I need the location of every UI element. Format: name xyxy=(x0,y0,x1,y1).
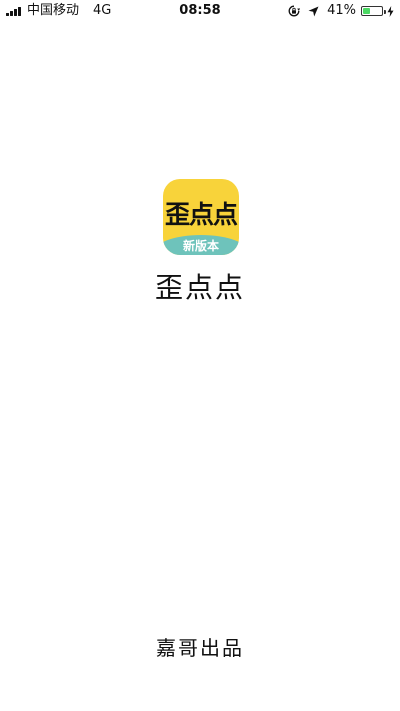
splash-screen: 中国移动 4G 08:58 41% 歪点点 新版本 歪点点 嘉哥出品 xyxy=(0,0,400,711)
rotation-lock-icon xyxy=(288,5,301,17)
charging-bolt-icon xyxy=(387,5,394,17)
status-right: 41% xyxy=(288,0,394,22)
battery-level-fill xyxy=(363,8,370,14)
status-bar: 中国移动 4G 08:58 41% xyxy=(0,0,400,22)
new-version-badge: 新版本 xyxy=(182,239,219,253)
app-icon-title: 歪点点 xyxy=(164,200,238,229)
developer-credit: 嘉哥出品 xyxy=(156,636,244,660)
app-name: 歪点点 xyxy=(154,271,245,304)
battery-icon xyxy=(361,6,386,16)
app-icon: 歪点点 新版本 xyxy=(163,179,239,255)
battery-percent: 41% xyxy=(327,3,356,18)
location-arrow-icon xyxy=(308,6,319,17)
